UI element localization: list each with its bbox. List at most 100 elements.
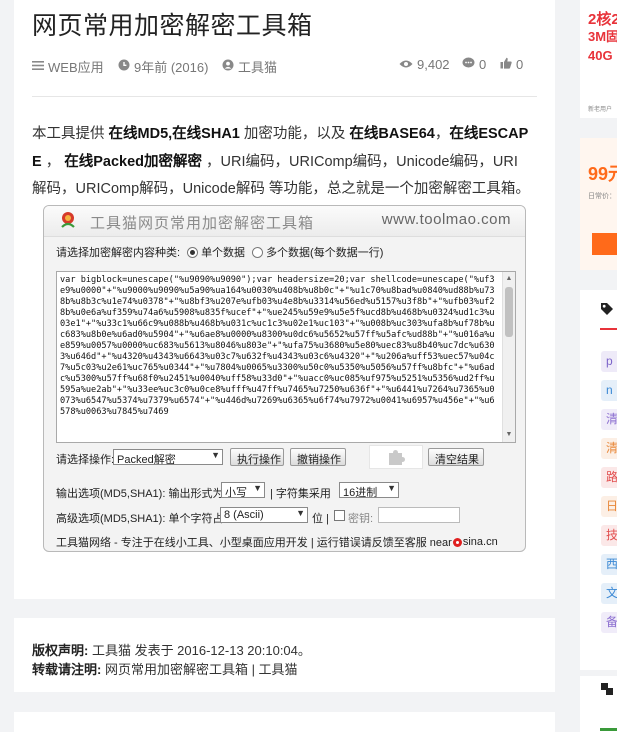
- tag-chip[interactable]: 技: [601, 525, 617, 546]
- meta-date-label: 9年前 (2016): [134, 60, 209, 75]
- sidebar-ad-price[interactable]: 99元 日常价：: [580, 138, 617, 270]
- operation-select[interactable]: Packed解密 ▼: [113, 449, 223, 465]
- repost-label: 转载请注明:: [32, 662, 102, 677]
- tag-chip[interactable]: 西: [601, 554, 617, 575]
- meta-views: 9,402: [399, 57, 450, 72]
- tool-title: 工具猫网页常用加密解密工具箱: [90, 215, 315, 232]
- meta-date: 9年前 (2016): [118, 57, 208, 76]
- post-meta: WEB应用 9年前 (2016) 工具猫 9,402 0 0: [32, 57, 537, 75]
- key-input[interactable]: [378, 507, 460, 523]
- sina-logo-icon: [452, 537, 462, 547]
- tag-chip[interactable]: 备: [601, 612, 617, 633]
- repost-line: 转载请注明: 网页常用加密解密工具箱 | 工具猫: [32, 659, 298, 678]
- multi-data-radio[interactable]: [252, 246, 264, 258]
- meta-divider: [32, 96, 537, 97]
- tag-chip[interactable]: 文: [601, 583, 617, 604]
- meta-author-label: 工具猫: [238, 60, 278, 75]
- execute-button[interactable]: 执行操作: [230, 448, 284, 466]
- eye-icon: [399, 57, 413, 72]
- chevron-down-icon: ▼: [211, 450, 220, 460]
- operation-label: 请选择操作:: [56, 454, 115, 466]
- ad-price: 99元: [588, 164, 617, 184]
- char-bits-select[interactable]: 8 (Ascii) ▼: [220, 507, 308, 523]
- clock-icon: [118, 59, 130, 74]
- key-checkbox[interactable]: [334, 510, 345, 521]
- tag-icon: [600, 302, 614, 321]
- tags-title-underline: [600, 328, 617, 330]
- ad-cta-button[interactable]: [592, 233, 617, 255]
- crypto-tool-panel: 工具猫网页常用加密解密工具箱 www.toolmao.com 请选择加密解密内容…: [43, 205, 526, 552]
- char-bits-unit: 位 |: [312, 513, 329, 525]
- tag-chip[interactable]: 清: [601, 438, 617, 459]
- meta-category[interactable]: WEB应用: [32, 57, 104, 76]
- tool-footer: 工具猫网络 - 专注于在线小工具、小型桌面应用开发 | 运行错误请反馈至客服 n…: [56, 534, 498, 550]
- data-type-label: 请选择加密解密内容种类:: [56, 247, 181, 259]
- meta-likes[interactable]: 0: [500, 57, 523, 72]
- key-label: 密钥:: [348, 513, 374, 525]
- meta-comments-count: 0: [479, 57, 487, 72]
- tag-chip[interactable]: p: [601, 351, 617, 372]
- undo-button[interactable]: 撤销操作: [290, 448, 346, 466]
- sidebar-ad-server[interactable]: 2核2 3M固 40G 新老用户: [580, 0, 617, 118]
- scroll-up-icon[interactable]: ▲: [505, 274, 513, 284]
- case-select[interactable]: 小写 ▼: [221, 482, 265, 498]
- scrollbar-thumb[interactable]: [505, 287, 513, 337]
- thumbs-up-icon: [500, 57, 512, 72]
- feedback-email-domain[interactable]: sina.cn: [463, 536, 498, 548]
- tag-chip[interactable]: 清: [601, 409, 617, 430]
- tool-site-url[interactable]: www.toolmao.com: [382, 211, 511, 228]
- scroll-down-icon[interactable]: ▼: [505, 430, 513, 440]
- toolmao-logo-icon: [58, 210, 78, 230]
- data-type-row: 请选择加密解密内容种类: 单个数据 多个数据(每个数据一行): [56, 244, 383, 260]
- tag-chip[interactable]: 路: [601, 467, 617, 488]
- meta-likes-count: 0: [516, 57, 524, 72]
- article-card: 网页常用加密解密工具箱 WEB应用 9年前 (2016) 工具猫 9,402 0…: [14, 0, 555, 599]
- advanced-options-label: 高级选项(MD5,SHA1): 单个字符占: [56, 513, 224, 525]
- meta-comments[interactable]: 0: [462, 57, 486, 72]
- sidebar-next-widget: [580, 676, 617, 732]
- puzzle-icon: [387, 449, 405, 465]
- tool-footer-text: 工具猫网络 - 专注于在线小工具、小型桌面应用开发 | 运行错误请反馈至客服 n…: [56, 537, 452, 549]
- ad-small-text: 新老用户: [588, 107, 613, 113]
- single-data-radio[interactable]: [187, 246, 199, 258]
- meta-views-count: 9,402: [417, 57, 450, 72]
- plugin-placeholder: [369, 445, 423, 469]
- repost-link[interactable]: 网页常用加密解密工具箱 | 工具猫: [101, 662, 298, 677]
- ad-price-small: 日常价：: [588, 193, 616, 200]
- chevron-down-icon: ▼: [296, 508, 305, 518]
- copyright-line: 版权声明: 工具猫 发表于 2016-12-13 20:10:04。: [32, 640, 311, 659]
- copyright-card: 版权声明: 工具猫 发表于 2016-12-13 20:10:04。 转载请注明…: [14, 618, 555, 692]
- operation-row: 请选择操作: Packed解密 ▼ 执行操作 撤销操作 清空结果: [56, 445, 516, 469]
- ad-line-3: 40G: [588, 48, 613, 63]
- clear-result-button[interactable]: 清空结果: [428, 448, 484, 466]
- advanced-options-row: 高级选项(MD5,SHA1): 单个字符占 8 (Ascii) ▼ 位 | 密钥:: [56, 506, 516, 525]
- multi-data-label: 多个数据(每个数据一行): [266, 247, 384, 259]
- input-text: var bigblock=unescape("%u9090%u9090");va…: [60, 275, 495, 417]
- comment-icon: [462, 57, 475, 72]
- base-select[interactable]: 16进制 ▼: [339, 482, 399, 498]
- input-textarea[interactable]: var bigblock=unescape("%u9090%u9090");va…: [56, 271, 516, 443]
- list-icon: [32, 59, 44, 74]
- tool-header: 工具猫网页常用加密解密工具箱 www.toolmao.com: [44, 206, 525, 237]
- next-card: [14, 712, 555, 732]
- user-icon: [222, 59, 234, 74]
- ad-line-2: 3M固: [588, 29, 617, 44]
- copyright-label: 版权声明:: [32, 643, 89, 658]
- charset-label: | 字符集采用: [270, 488, 331, 500]
- output-options-label: 输出选项(MD5,SHA1): 输出形式为: [56, 488, 224, 500]
- output-options-row: 输出选项(MD5,SHA1): 输出形式为 小写 ▼ | 字符集采用 16进制 ▼: [56, 481, 516, 500]
- sidebar-tags-widget: pn清清路日技西文备: [580, 290, 617, 670]
- tag-chip[interactable]: 日: [601, 496, 617, 517]
- chevron-down-icon: ▼: [253, 483, 262, 493]
- tag-chip[interactable]: n: [601, 380, 617, 401]
- meta-author[interactable]: 工具猫: [222, 57, 277, 76]
- meta-category-label: WEB应用: [48, 60, 104, 75]
- post-title: 网页常用加密解密工具箱: [32, 12, 313, 40]
- next-widget-bar: [600, 728, 617, 731]
- single-data-label: 单个数据: [201, 247, 246, 259]
- copyright-text: 工具猫 发表于 2016-12-13 20:10:04。: [88, 643, 311, 658]
- chevron-down-icon: ▼: [387, 483, 396, 493]
- textarea-scrollbar[interactable]: ▲ ▼: [502, 272, 515, 442]
- post-intro: 本工具提供 在线MD5,在线SHA1 加密功能，以及 在线BASE64，在线ES…: [32, 126, 530, 197]
- cube-icon: [600, 682, 614, 701]
